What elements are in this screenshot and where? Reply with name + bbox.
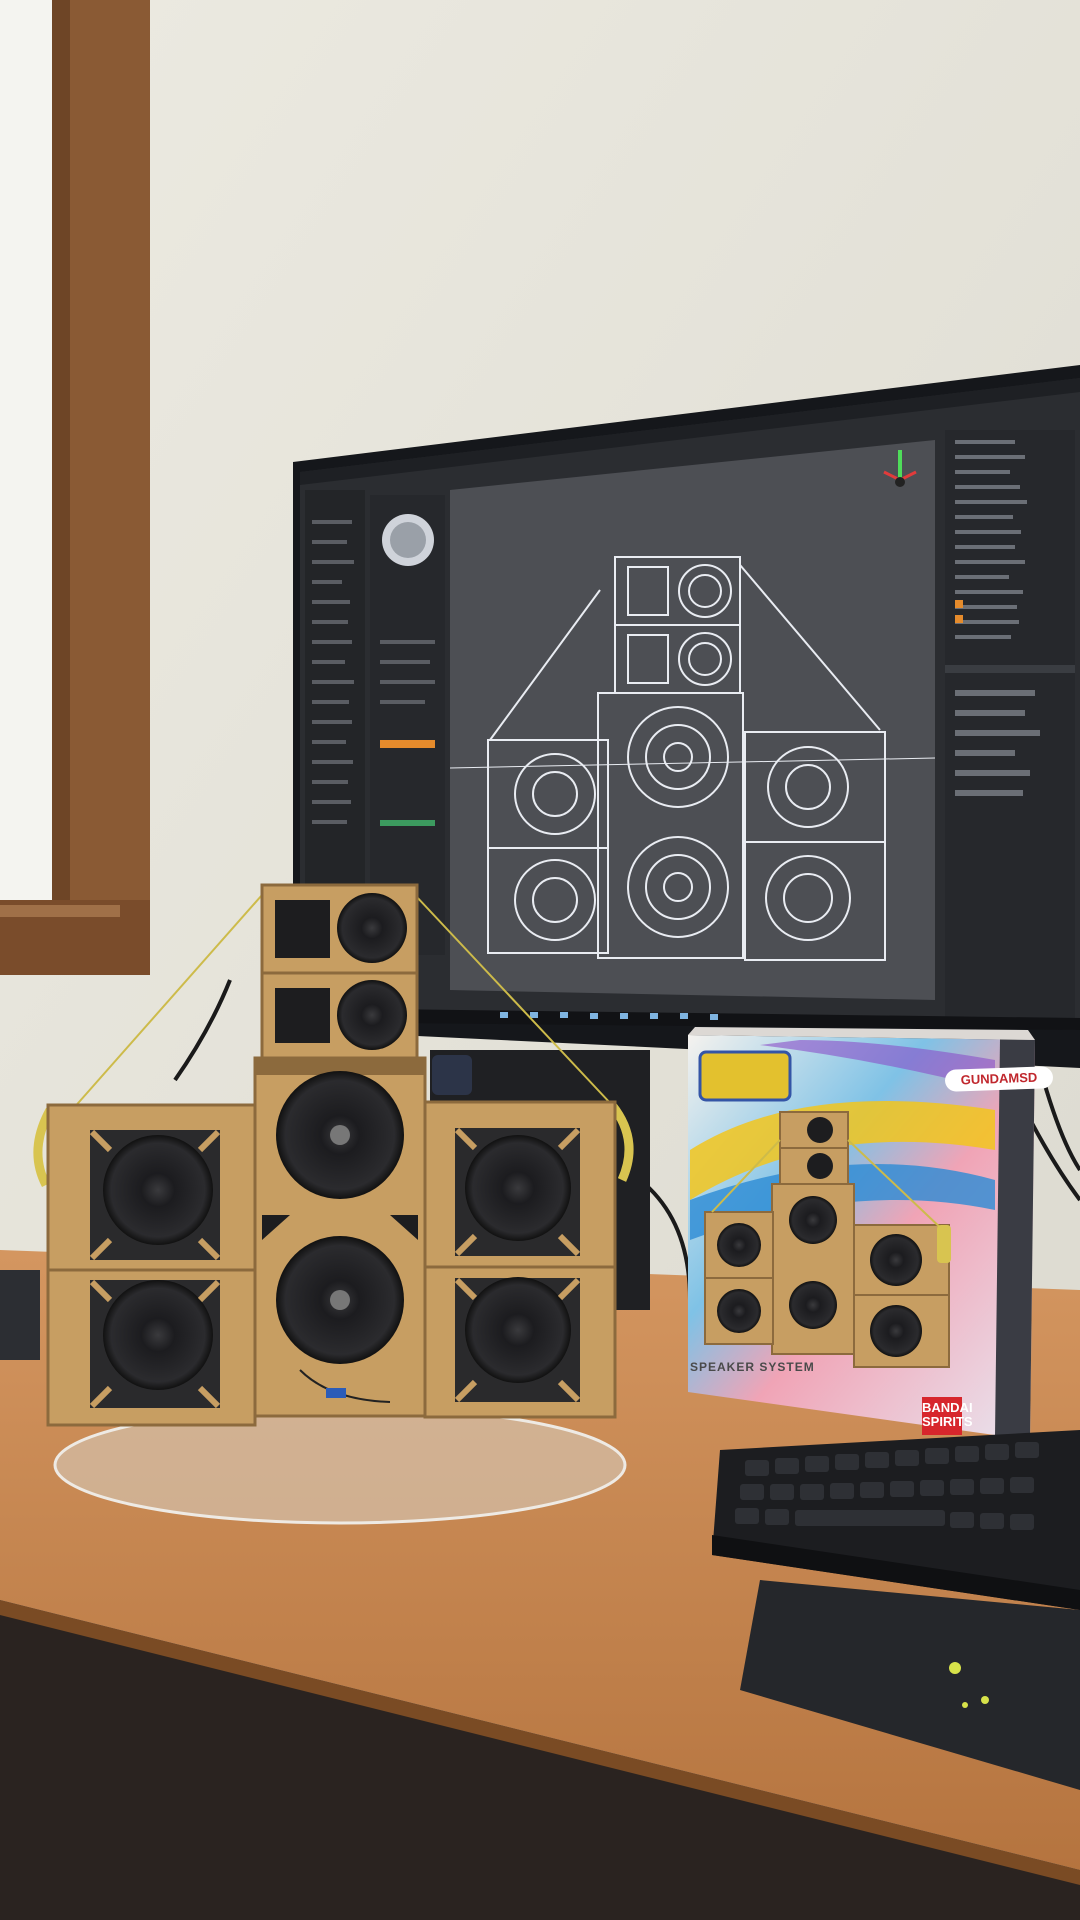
box-maker-logo: BANDAI SPIRITS bbox=[922, 1397, 973, 1435]
desk-photo: GUNDAMSD SPEAKER SYSTEM BANDAI SPIRITS bbox=[0, 0, 1080, 1920]
photo-illustration bbox=[0, 0, 1080, 1920]
box-subtitle: SPEAKER SYSTEM bbox=[690, 1360, 815, 1374]
window bbox=[0, 0, 150, 975]
box-brand-label: GUNDAMSD bbox=[944, 1066, 1054, 1092]
